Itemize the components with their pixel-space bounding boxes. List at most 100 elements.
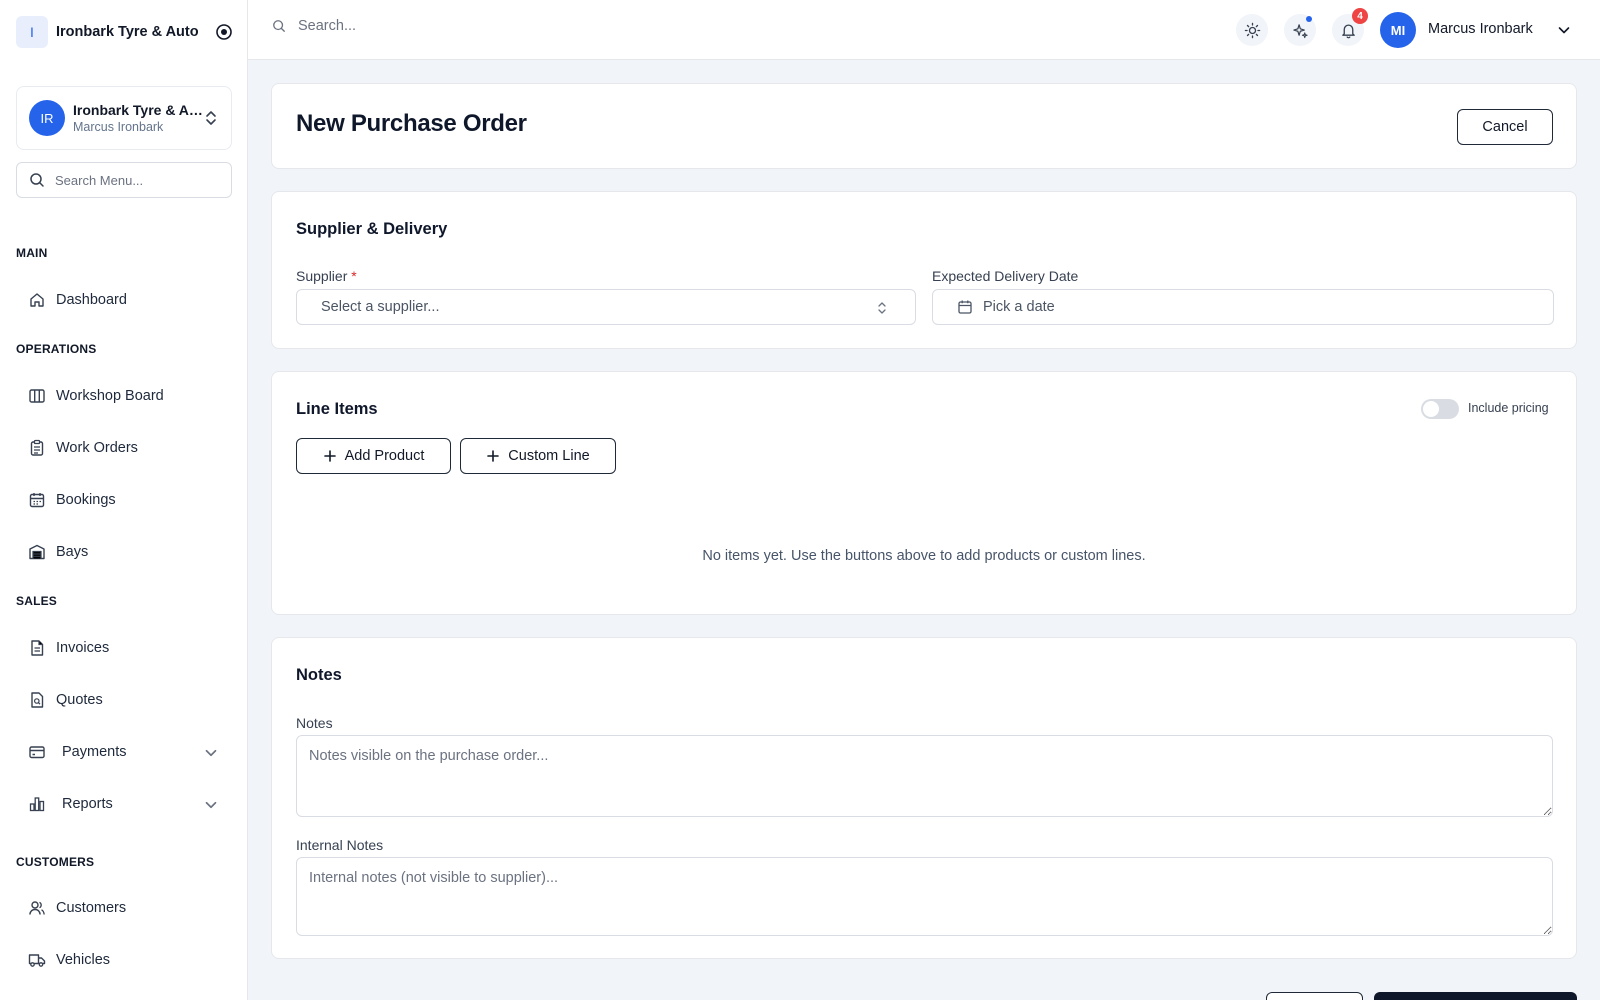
credit-card-icon [29, 746, 45, 759]
add-product-button[interactable]: Add Product [296, 438, 451, 474]
chevron-down-icon[interactable] [202, 796, 220, 814]
org-avatar: IR [29, 100, 65, 136]
section-customers: CUSTOMERS [16, 855, 95, 869]
bell-icon [1341, 23, 1355, 38]
sidebar-item-bookings[interactable]: Bookings [16, 480, 232, 520]
supplier-select[interactable]: Select a supplier... [296, 289, 916, 325]
sidebar-item-payments[interactable]: Payments [16, 732, 232, 772]
user-avatar[interactable]: MI [1380, 12, 1416, 48]
sidebar-item-bays[interactable]: Bays [16, 532, 232, 572]
add-product-label: Add Product [344, 448, 425, 464]
cancel-button[interactable]: Cancel [1457, 109, 1553, 145]
sidebar-item-label: Vehicles [56, 952, 111, 968]
clipboard-icon [30, 439, 44, 456]
notes-label: Notes [296, 715, 333, 731]
footer-secondary-button[interactable] [1266, 992, 1363, 1000]
home-icon [30, 293, 44, 307]
supplier-delivery-card: Supplier & Delivery Supplier * Select a … [271, 191, 1577, 349]
sun-icon [1244, 22, 1260, 38]
chevron-down-icon[interactable] [202, 744, 220, 762]
file-text-icon [31, 640, 44, 656]
new-indicator-dot [1306, 16, 1312, 22]
chevrons-up-down-icon [206, 111, 216, 125]
org-switcher[interactable]: IR Ironbark Tyre & Auto Marcus Ironbark [16, 86, 232, 150]
theme-toggle-button[interactable] [1236, 14, 1268, 46]
warehouse-icon [29, 544, 45, 560]
custom-line-label: Custom Line [508, 448, 590, 464]
brand-name: Ironbark Tyre & Auto [56, 24, 199, 40]
chevrons-up-down-icon [878, 302, 886, 314]
sidebar-item-label: Payments [62, 744, 127, 760]
topbar: 4 MI Marcus Ironbark [248, 0, 1600, 60]
sidebar-item-workshop-board[interactable]: Workshop Board [16, 376, 232, 416]
sidebar-item-label: Bookings [56, 492, 116, 508]
bar-chart-icon [29, 797, 45, 812]
sidebar-item-label: Customers [56, 900, 127, 916]
global-search-input[interactable] [298, 18, 598, 34]
sidebar-item-vehicles[interactable]: Vehicles [16, 940, 232, 980]
search-icon [273, 20, 285, 32]
notifications-button[interactable]: 4 [1332, 8, 1368, 46]
include-pricing-label: Include pricing [1468, 401, 1549, 415]
supplier-select-value: Select a supplier... [321, 299, 440, 315]
notes-textarea[interactable] [296, 735, 1553, 817]
brand[interactable]: I Ironbark Tyre & Auto [16, 16, 232, 48]
search-icon [30, 173, 44, 187]
chevron-down-icon[interactable] [1556, 22, 1572, 38]
sidebar-item-label: Quotes [56, 692, 103, 708]
notes-title: Notes [296, 666, 342, 684]
user-name[interactable]: Marcus Ironbark [1428, 21, 1533, 37]
supplier-label: Supplier * [296, 268, 357, 284]
footer-primary-button[interactable] [1374, 992, 1577, 1000]
org-name: Ironbark Tyre & Auto [73, 102, 203, 118]
sparkles-icon [1292, 23, 1308, 38]
brand-logo: I [16, 16, 48, 48]
include-pricing-toggle[interactable] [1421, 399, 1459, 419]
page-title: New Purchase Order [296, 110, 527, 137]
supplier-delivery-title: Supplier & Delivery [296, 220, 448, 238]
truck-icon [28, 954, 46, 967]
section-sales: SALES [16, 594, 58, 608]
toggle-knob [1423, 401, 1439, 417]
line-items-title: Line Items [296, 400, 378, 418]
sidebar-item-customers[interactable]: Customers [16, 888, 232, 928]
ai-assistant-button[interactable] [1284, 14, 1316, 46]
menu-search-input[interactable] [55, 172, 215, 188]
calendar-icon [958, 300, 972, 314]
internal-notes-textarea[interactable] [296, 857, 1553, 936]
file-search-icon [31, 692, 44, 708]
columns-icon [29, 389, 45, 403]
section-main: MAIN [16, 246, 48, 260]
delivery-date-label: Expected Delivery Date [932, 268, 1079, 284]
sidebar-item-work-orders[interactable]: Work Orders [16, 428, 232, 468]
menu-search [16, 162, 232, 198]
global-search [272, 18, 598, 34]
org-text: Ironbark Tyre & Auto Marcus Ironbark [73, 102, 203, 134]
sidebar-item-invoices[interactable]: Invoices [16, 628, 232, 668]
users-icon [29, 901, 45, 915]
section-operations: OPERATIONS [16, 342, 97, 356]
calendar-icon [29, 493, 45, 508]
sidebar-item-label: Work Orders [56, 440, 138, 456]
sidebar-item-quotes[interactable]: Quotes [16, 680, 232, 720]
sidebar-item-label: Bays [56, 544, 89, 560]
notes-card: Notes Notes Internal Notes [271, 637, 1577, 959]
sidebar-item-reports[interactable]: Reports [16, 784, 232, 824]
target-icon[interactable] [216, 24, 232, 40]
delivery-date-value: Pick a date [983, 299, 1055, 315]
sidebar-item-label: Workshop Board [56, 388, 164, 404]
empty-state-message: No items yet. Use the buttons above to a… [702, 548, 1146, 564]
page-header-card: New Purchase Order Cancel [271, 83, 1577, 169]
internal-notes-label: Internal Notes [296, 837, 384, 853]
delivery-date-picker[interactable]: Pick a date [932, 289, 1554, 325]
sidebar: I Ironbark Tyre & Auto IR Ironbark Tyre … [0, 0, 248, 1000]
plus-icon [487, 450, 500, 462]
sidebar-item-dashboard[interactable]: Dashboard [16, 280, 232, 320]
notification-count-badge: 4 [1352, 8, 1368, 24]
plus-icon [323, 450, 336, 462]
org-user: Marcus Ironbark [73, 120, 164, 134]
sidebar-item-label: Dashboard [56, 292, 127, 308]
custom-line-button[interactable]: Custom Line [460, 438, 616, 474]
required-marker: * [351, 268, 357, 284]
line-items-card: Line Items Include pricing Add Product C… [271, 371, 1577, 615]
